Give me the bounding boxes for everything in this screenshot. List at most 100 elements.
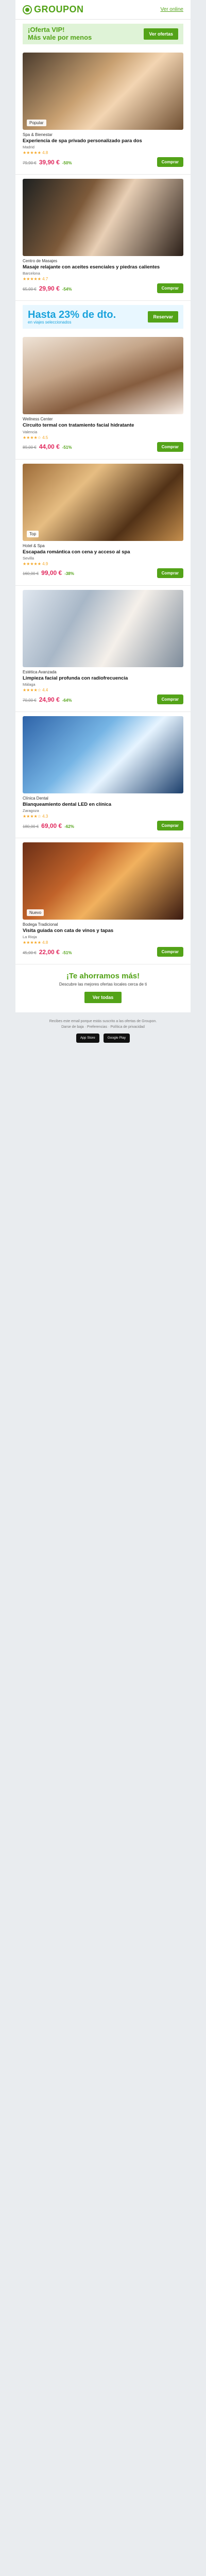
- deal-price: 29,90 €: [39, 284, 60, 292]
- deal-discount: -38%: [64, 571, 74, 577]
- deal-old-price: 70,00 €: [23, 698, 37, 703]
- deal-card-1[interactable]: Popular Spa & Bienestar Experiencia de s…: [15, 48, 191, 175]
- deal-image-label: Top: [27, 530, 39, 537]
- legal-line-1: Recibes este email porque estás suscrito…: [49, 1020, 157, 1024]
- deal-location: Madrid: [23, 145, 35, 150]
- deal-merchant: Spa & Bienestar: [23, 132, 53, 137]
- discount-promo-banner[interactable]: Hasta 23% de dto. en viajes seleccionado…: [23, 305, 183, 329]
- deal-price: 44,00 €: [39, 443, 60, 451]
- deal-image[interactable]: [23, 589, 183, 667]
- deal-price: 24,90 €: [39, 696, 60, 703]
- discount-promo-title: Hasta 23% de dto.: [28, 309, 116, 320]
- deal-price-row: 89,00 € 44,00 € -51% Comprar: [23, 442, 183, 452]
- deal-location: Zaragoza: [23, 808, 39, 814]
- deal-prices: 70,00 € 24,90 € -64%: [23, 696, 72, 703]
- vip-promo-text: ¡Oferta VIP! Más vale por menos: [28, 26, 92, 42]
- deal-title[interactable]: Escapada romántica con cena y acceso al …: [23, 549, 183, 555]
- discount-promo-text: Hasta 23% de dto. en viajes seleccionado…: [28, 310, 116, 325]
- deal-merchant: Wellness Center: [23, 417, 53, 422]
- deal-price-row: 180,00 € 69,00 € -62% Comprar: [23, 821, 183, 831]
- deal-rating: ★★★★☆ 4.3: [23, 814, 48, 819]
- buy-button[interactable]: Comprar: [157, 442, 183, 452]
- deal-card-5[interactable]: Estética Avanzada Limpieza facial profun…: [15, 586, 191, 713]
- bottom-spacer: [0, 1043, 206, 1063]
- deal-title[interactable]: Circuito termal con tratamiento facial h…: [23, 422, 183, 428]
- groupon-logo[interactable]: GROUPON: [23, 4, 84, 15]
- app-badges: App Store Google Play: [15, 1033, 191, 1043]
- deal-old-price: 89,00 €: [23, 445, 37, 450]
- deal-price: 39,90 €: [39, 158, 60, 166]
- vip-promo-title-1: ¡Oferta VIP!: [28, 26, 65, 34]
- view-all-button[interactable]: Ver todas: [84, 992, 122, 1004]
- deal-image[interactable]: Popular: [23, 53, 183, 130]
- app-store-badge[interactable]: App Store: [76, 1033, 99, 1043]
- deal-location: Barcelona: [23, 271, 40, 276]
- deal-old-price: 180,00 €: [23, 824, 39, 829]
- deal-prices: 89,00 € 44,00 € -51%: [23, 443, 72, 450]
- deal-title[interactable]: Visita guiada con cata de vinos y tapas: [23, 928, 183, 934]
- deal-title[interactable]: Experiencia de spa privado personalizado…: [23, 138, 183, 144]
- deal-location: La Rioja: [23, 935, 37, 940]
- deal-price: 69,00 €: [41, 822, 62, 829]
- vip-promo-title-2: Más vale por menos: [28, 33, 92, 41]
- deal-card-3[interactable]: Wellness Center Circuito termal con trat…: [15, 333, 191, 460]
- deal-image[interactable]: [23, 337, 183, 415]
- deal-rating: ★★★★☆ 4.5: [23, 435, 48, 440]
- deal-location: Málaga: [23, 682, 36, 687]
- deal-discount: -54%: [62, 286, 72, 292]
- deal-rating: ★★★★★ 4.8: [23, 940, 48, 945]
- deal-price-row: 79,90 € 39,90 € -50% Comprar: [23, 157, 183, 167]
- deal-discount: -64%: [62, 698, 72, 703]
- deal-image[interactable]: Nuevo: [23, 842, 183, 920]
- buy-button[interactable]: Comprar: [157, 821, 183, 831]
- deal-location: Valencia: [23, 429, 38, 434]
- deal-card-6[interactable]: Clínica Dental Blanqueamiento dental LED…: [15, 712, 191, 839]
- deal-price: 22,00 €: [39, 948, 60, 956]
- buy-button[interactable]: Comprar: [157, 947, 183, 957]
- email-footer: ¡Te ahorramos más! Descubre las mejores …: [15, 964, 191, 1012]
- deal-merchant: Centro de Masajes: [23, 259, 58, 264]
- deal-discount: -51%: [62, 445, 72, 450]
- deal-prices: 45,00 € 22,00 € -51%: [23, 948, 72, 956]
- view-online-link[interactable]: Ver online: [161, 7, 183, 12]
- deal-location: Sevilla: [23, 555, 35, 561]
- buy-button[interactable]: Comprar: [157, 568, 183, 578]
- deal-prices: 180,00 € 69,00 € -62%: [23, 822, 74, 829]
- deal-rating: ★★★★★ 4.7: [23, 277, 48, 282]
- deal-title[interactable]: Limpieza facial profunda con radiofrecue…: [23, 675, 183, 681]
- legal-links[interactable]: Darse de baja · Preferencias · Política …: [15, 1024, 191, 1030]
- vip-promo-banner[interactable]: ¡Oferta VIP! Más vale por menos Ver ofer…: [23, 24, 183, 44]
- deal-price-row: 70,00 € 24,90 € -64% Comprar: [23, 694, 183, 705]
- deal-prices: 160,00 € 99,00 € -38%: [23, 569, 74, 577]
- google-play-badge[interactable]: Google Play: [103, 1033, 130, 1043]
- deal-image-label: Popular: [27, 120, 46, 126]
- deal-price: 99,00 €: [41, 569, 62, 577]
- email-header: GROUPON Ver online: [15, 0, 191, 20]
- buy-button[interactable]: Comprar: [157, 283, 183, 294]
- deal-merchant: Bodega Tradicional: [23, 922, 58, 927]
- deal-title[interactable]: Masaje relajante con aceites esenciales …: [23, 264, 183, 270]
- buy-button[interactable]: Comprar: [157, 694, 183, 705]
- deal-image[interactable]: Top: [23, 463, 183, 541]
- vip-promo-button[interactable]: Ver ofertas: [144, 28, 178, 40]
- deal-image[interactable]: [23, 179, 183, 257]
- buy-button[interactable]: Comprar: [157, 157, 183, 167]
- deal-card-2[interactable]: Centro de Masajes Masaje relajante con a…: [15, 175, 191, 301]
- bottom-legal: Recibes este email porque estás suscrito…: [15, 1019, 191, 1043]
- deal-title[interactable]: Blanqueamiento dental LED en clínica: [23, 802, 183, 807]
- deal-price-row: 160,00 € 99,00 € -38% Comprar: [23, 568, 183, 578]
- footer-title: ¡Te ahorramos más!: [66, 972, 140, 981]
- brand-name: GROUPON: [34, 4, 84, 14]
- deal-image[interactable]: [23, 716, 183, 794]
- discount-promo-button[interactable]: Reservar: [148, 311, 178, 323]
- deal-card-7[interactable]: Nuevo Bodega Tradicional Visita guiada c…: [15, 838, 191, 965]
- deal-merchant: Estética Avanzada: [23, 669, 57, 674]
- discount-promo-subtitle: en viajes seleccionados: [28, 319, 72, 325]
- deal-image-label: Nuevo: [27, 909, 44, 917]
- deal-card-4[interactable]: Top Hotel & Spa Escapada romántica con c…: [15, 460, 191, 586]
- deal-rating: ★★★★★ 4.8: [23, 150, 48, 156]
- email-page: GROUPON Ver online ¡Oferta VIP! Más vale…: [0, 0, 206, 1070]
- deal-old-price: 79,90 €: [23, 160, 37, 165]
- deal-merchant: Clínica Dental: [23, 796, 48, 801]
- deal-old-price: 65,00 €: [23, 286, 37, 292]
